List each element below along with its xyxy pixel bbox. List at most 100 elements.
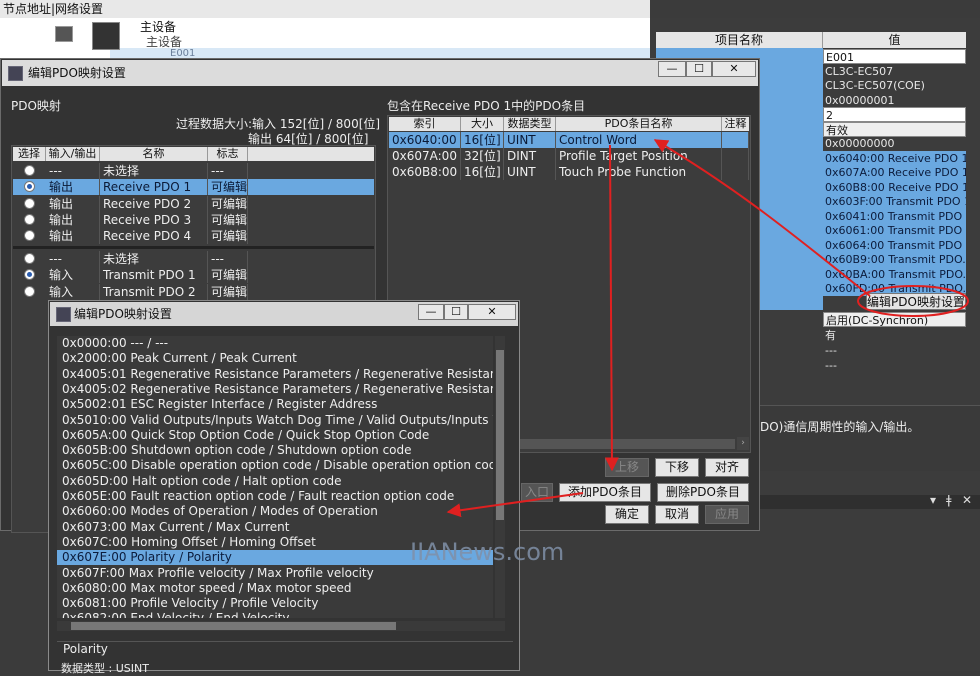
- col-index: 索引: [389, 117, 461, 131]
- io-cell: 输出: [46, 228, 100, 245]
- scroll-right-icon[interactable]: ›: [737, 437, 749, 450]
- object-entry-item[interactable]: 0x6060:00 Modes of Operation / Modes of …: [57, 504, 493, 519]
- pdo-entries-label: 包含在Receive PDO 1中的PDO条目: [387, 99, 586, 113]
- pdo-entries-header: 索引 大小 数据类型 PDO条目名称 注释: [389, 117, 749, 131]
- header-item-name: 项目名称: [656, 32, 823, 48]
- pdo-list-row[interactable]: --- 未选择 ---: [13, 163, 374, 179]
- col-io: 输入/输出: [46, 147, 100, 161]
- pdo-list-row[interactable]: 输出 Receive PDO 2 可编辑: [13, 195, 374, 212]
- pdo-entry-row[interactable]: 0x60B8:00 16[位] UINT Touch Probe Function: [389, 164, 749, 180]
- col-name: 名称: [100, 147, 208, 161]
- pdo-list-row[interactable]: 输入 Transmit PDO 1 可编辑: [13, 267, 374, 284]
- align-button[interactable]: 对齐: [705, 458, 749, 477]
- flag-cell: 可编辑: [208, 267, 248, 284]
- flag-cell: 可编辑: [208, 195, 248, 212]
- minimize-button[interactable]: —: [418, 304, 444, 320]
- property-value: 0x6064:00 Transmit PDO 1...: [823, 237, 966, 253]
- pdo-list-row[interactable]: 输出 Receive PDO 3 可编辑: [13, 211, 374, 228]
- property-value: 0x6040:00 Receive PDO 1/...: [823, 150, 966, 166]
- ok-button[interactable]: 确定: [605, 505, 649, 524]
- close-button[interactable]: ✕: [712, 61, 756, 77]
- object-entry-item[interactable]: 0x6081:00 Profile Velocity / Profile Vel…: [57, 596, 493, 611]
- size-cell: 16[位]: [461, 132, 504, 148]
- pin-icon[interactable]: ▾: [930, 493, 936, 507]
- table-divider: [13, 246, 374, 249]
- property-value: 0x6041:00 Transmit PDO 1...: [823, 208, 966, 224]
- entry-button[interactable]: 入口: [521, 483, 553, 502]
- pdo-entry-row[interactable]: 0x607A:00 32[位] DINT Profile Target Positio…: [389, 148, 749, 164]
- datatype-cell: UINT: [504, 164, 556, 180]
- pdo-list-row[interactable]: --- 未选择 ---: [13, 251, 374, 267]
- delete-pdo-entry-button[interactable]: 删除PDO条目: [657, 483, 749, 502]
- dc-mode-select[interactable]: 启用(DC-Synchron): [823, 312, 966, 327]
- col-comment: 注释: [724, 117, 747, 130]
- edit-pdo-mapping-button[interactable]: 编辑PDO映射设置: [866, 293, 966, 310]
- object-entry-item[interactable]: 0x6073:00 Max Current / Max Current: [57, 520, 493, 535]
- object-entry-item[interactable]: 0x607F:00 Max Profile velocity / Max Pro…: [57, 566, 493, 581]
- property-value: CL3C-EC507(COE): [825, 79, 925, 92]
- object-entry-item[interactable]: 0x6082:00 End Velocity / End Velocity: [57, 611, 493, 618]
- flag-cell: ---: [208, 251, 248, 267]
- property-value: 0x00000001: [825, 93, 895, 107]
- horizontal-scrollbar[interactable]: [517, 439, 735, 449]
- property-value[interactable]: E001: [823, 49, 966, 64]
- scroll-thumb[interactable]: [496, 350, 504, 520]
- io-cell: 输出: [46, 195, 100, 212]
- name-cell: Transmit PDO 2: [100, 283, 208, 300]
- dock-icon[interactable]: ǂ: [946, 493, 952, 507]
- object-entry-item[interactable]: 0x605D:00 Halt option code / Halt option…: [57, 474, 493, 489]
- io-cell: 输出: [46, 179, 100, 196]
- dialog-title-bar: 编辑PDO映射设置 — ☐ ✕: [2, 60, 758, 86]
- minimize-button[interactable]: —: [658, 61, 686, 77]
- object-entry-item[interactable]: 0x4005:01 Regenerative Resistance Parame…: [57, 367, 493, 382]
- radio-button[interactable]: [24, 285, 35, 297]
- object-entry-item[interactable]: 0x605B:00 Shutdown option code / Shutdow…: [57, 443, 493, 458]
- pdo-list-row[interactable]: 输出 Receive PDO 4 可编辑: [13, 228, 374, 245]
- pdo-mapping-label: PDO映射: [11, 99, 61, 113]
- object-entry-item[interactable]: 0x6080:00 Max motor speed / Max motor sp…: [57, 581, 493, 596]
- property-value: 0x00000000: [825, 137, 895, 150]
- radio-button[interactable]: [24, 253, 35, 264]
- maximize-button[interactable]: ☐: [444, 304, 468, 320]
- entry-name-cell: Touch Probe Function: [556, 164, 722, 180]
- object-entry-item[interactable]: 0x605A:00 Quick Stop Option Code / Quick…: [57, 428, 493, 443]
- dialog-title: 编辑PDO映射设置: [28, 66, 126, 80]
- pdo-list-row[interactable]: 输出 Receive PDO 1 可编辑: [13, 179, 374, 196]
- object-entry-item[interactable]: 0x2000:00 Peak Current / Peak Current: [57, 351, 493, 366]
- col-datatype: 数据类型: [504, 117, 556, 131]
- property-value[interactable]: 有效: [823, 121, 966, 137]
- object-entry-item[interactable]: 0x605C:00 Disable operation option code …: [57, 458, 493, 473]
- io-cell: 输出: [46, 211, 100, 228]
- cancel-button[interactable]: 取消: [655, 505, 699, 524]
- radio-button[interactable]: [24, 165, 35, 176]
- radio-button[interactable]: [24, 269, 35, 281]
- size-cell: 16[位]: [461, 164, 504, 180]
- pdo-entry-row[interactable]: 0x6040:00 16[位] UINT Control Word: [389, 132, 749, 148]
- comment-cell: [722, 148, 749, 164]
- collapse-icon[interactable]: [55, 26, 73, 42]
- close-icon[interactable]: ✕: [962, 493, 972, 507]
- object-entry-list[interactable]: 0x0000:00 --- / --- 0x2000:00 Peak Curren…: [57, 336, 493, 618]
- maximize-button[interactable]: ☐: [686, 61, 712, 77]
- radio-button[interactable]: [24, 197, 35, 209]
- close-button[interactable]: ✕: [468, 304, 516, 320]
- add-pdo-entry-button[interactable]: 添加PDO条目: [559, 483, 651, 502]
- radio-button[interactable]: [24, 230, 35, 242]
- flag-cell: 可编辑: [208, 228, 248, 245]
- vertical-scrollbar[interactable]: [495, 336, 505, 618]
- property-value[interactable]: 2: [823, 107, 966, 122]
- move-down-button[interactable]: 下移: [655, 458, 699, 477]
- object-entry-item[interactable]: 0x605E:00 Fault reaction option code / F…: [57, 489, 493, 504]
- object-entry-item[interactable]: 0x4005:02 Regenerative Resistance Parame…: [57, 382, 493, 397]
- object-entry-item[interactable]: 0x5010:00 Valid Outputs/Inputs Watch Dog…: [57, 413, 493, 428]
- object-entry-item[interactable]: 0x5002:01 ESC Register Interface / Regis…: [57, 397, 493, 412]
- radio-button[interactable]: [24, 181, 35, 193]
- scroll-thumb[interactable]: [71, 622, 396, 630]
- apply-button[interactable]: 应用: [705, 505, 749, 524]
- horizontal-scrollbar[interactable]: [57, 621, 505, 631]
- object-entry-item[interactable]: 0x0000:00 --- / ---: [57, 336, 493, 351]
- move-up-button[interactable]: 上移: [605, 458, 649, 477]
- radio-button[interactable]: [24, 213, 35, 225]
- pdo-list-row[interactable]: 输入 Transmit PDO 2 可编辑: [13, 283, 374, 300]
- property-value: 0x60B8:00 Receive PDO 1/...: [823, 179, 966, 195]
